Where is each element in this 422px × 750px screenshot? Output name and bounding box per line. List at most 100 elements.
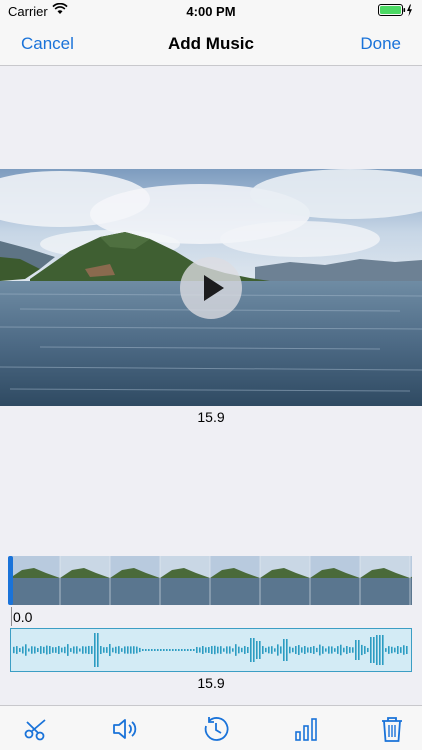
status-bar: Carrier 4:00 PM [0,0,422,22]
status-time: 4:00 PM [186,4,236,19]
bar-chart-icon[interactable] [291,714,321,744]
waveform-bar [340,644,342,656]
waveform-bar [331,646,333,654]
waveform-bar [22,646,24,654]
waveform-bar [352,647,354,653]
waveform-bar [391,646,393,654]
waveform-bar [253,638,255,662]
waveform-bar [73,646,75,654]
filmstrip-frame [10,556,60,605]
waveform-bar [358,640,360,660]
waveform-bar [286,639,288,661]
waveform-bar [88,645,90,655]
waveform-bar [298,645,300,655]
waveform-bar [313,646,315,654]
waveform-bar [334,648,336,652]
waveform-bar [124,646,126,654]
waveform-bar [211,646,213,654]
waveform-bar [76,646,78,654]
waveform-bar [280,646,282,654]
waveform-bar [217,646,219,654]
waveform-bar [34,646,36,654]
waveform-bar [304,646,306,654]
waveform-bar [235,644,237,656]
waveform-bar [40,646,42,654]
waveform-bar [406,646,408,654]
video-timestamp: 15.9 [197,409,225,425]
waveform-bar [325,648,327,652]
speaker-icon[interactable] [110,714,140,744]
waveform-bar [196,646,198,654]
trash-icon[interactable] [377,714,407,744]
waveform-bar [268,646,270,654]
waveform-bar [91,646,93,654]
charging-bolt-icon [407,4,412,17]
waveform-bar [355,640,357,660]
waveform-bar [283,639,285,661]
waveform-bar [232,648,234,652]
waveform-bar [262,646,264,654]
battery-icon [378,4,414,20]
play-button[interactable] [180,257,242,319]
waveform-bar [82,646,84,654]
waveform-bar [190,649,192,651]
waveform-bar [28,648,30,652]
waveform-bar [337,646,339,654]
audio-waveform[interactable] [10,628,412,672]
waveform-bar [256,641,258,659]
waveform-bar [43,646,45,654]
waveform-bar [139,647,141,653]
playhead-line [11,607,12,626]
waveform-bar [394,647,396,653]
waveform-bar [181,649,183,651]
waveform-bar [103,647,105,653]
waveform-bar [367,647,369,653]
done-button[interactable]: Done [360,34,401,54]
waveform-bar [244,646,246,654]
waveform-bar [175,649,177,651]
waveform-bar [403,645,405,655]
scissors-icon[interactable] [21,714,51,744]
filmstrip-frame [109,556,160,605]
waveform-bar [319,644,321,656]
waveform-bar [292,647,294,653]
waveform-bar [127,646,129,654]
start-time-label: 0.0 [13,609,33,625]
waveform-bar [160,649,162,651]
waveform-bar [31,646,33,654]
waveform-bar [322,646,324,654]
clock-speed-icon[interactable] [201,714,231,744]
waveform-bar [61,647,63,653]
waveform-bar [142,649,144,651]
waveform-bar [247,646,249,654]
waveform-bar [178,649,180,651]
waveform-bar [265,647,267,653]
waveform-bar [19,648,21,652]
waveform-bar [169,649,171,651]
video-filmstrip[interactable] [10,556,412,605]
waveform-bar [349,647,351,653]
waveform-bar [46,645,48,655]
filmstrip-handle[interactable] [8,556,13,605]
waveform-bar [307,647,309,653]
waveform-bar [250,638,252,662]
waveform-bar [193,649,195,651]
waveform-bar [202,646,204,654]
waveform-bar [277,644,279,656]
waveform-bar [115,646,117,654]
waveform-bar [70,648,72,652]
waveform-bar [205,647,207,653]
waveform-bar [163,649,165,651]
waveform-bar [79,648,81,652]
waveform-bar [64,646,66,654]
filmstrip-frame [159,556,210,605]
waveform-bar [184,649,186,651]
waveform-bar [157,649,159,651]
waveform-bar [379,635,381,665]
filmstrip-frame [359,556,410,605]
navigation-bar: Cancel Add Music Done [0,22,422,66]
waveform-bar [385,648,387,652]
waveform-bars [13,633,408,667]
waveform-bar [382,635,384,665]
waveform-bar [136,646,138,654]
